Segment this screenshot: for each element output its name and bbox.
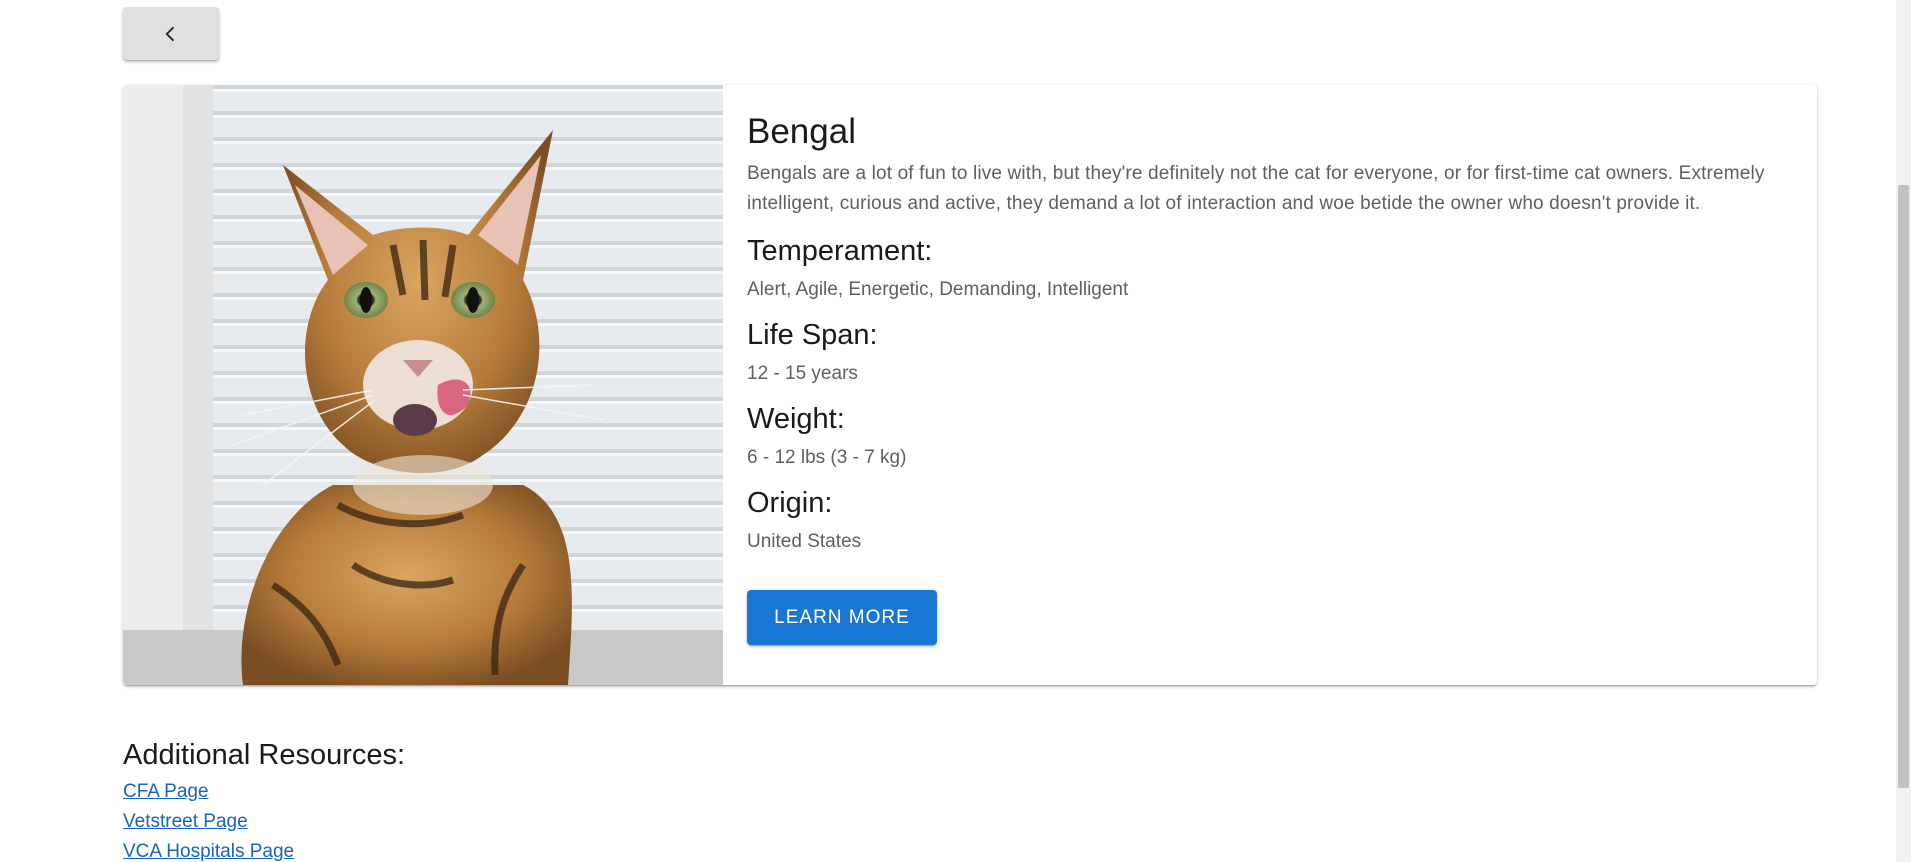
cfa-page-link[interactable]: CFA Page — [123, 777, 405, 807]
vetstreet-page-link[interactable]: Vetstreet Page — [123, 807, 405, 837]
origin-label: Origin: — [747, 487, 833, 519]
life-span-value: 12 - 15 years — [747, 363, 858, 384]
cat-photo-illustration — [123, 85, 723, 685]
scrollbar-thumb[interactable] — [1898, 185, 1909, 788]
breed-description: Bengals are a lot of fun to live with, b… — [747, 163, 1765, 214]
back-button[interactable] — [123, 7, 219, 60]
breed-image — [123, 85, 723, 685]
life-span-label: Life Span: — [747, 319, 878, 351]
chevron-left-icon — [165, 26, 175, 41]
resources-title: Additional Resources: — [123, 739, 406, 771]
breed-card: Bengal Bengals are a lot of fun to live … — [123, 85, 1817, 685]
origin-value: United States — [747, 531, 862, 552]
temperament-label: Temperament: — [747, 235, 933, 267]
additional-resources: Additional Resources: CFA Page Vetstreet… — [123, 737, 405, 862]
breed-detail-page: Bengal Bengals are a lot of fun to live … — [0, 0, 1911, 862]
temperament-value: Alert, Agile, Energetic, Demanding, Inte… — [747, 279, 1129, 300]
learn-more-button[interactable]: LEARN MORE — [747, 590, 937, 645]
vca-hospitals-page-link[interactable]: VCA Hospitals Page — [123, 837, 405, 862]
breed-info: Bengal Bengals are a lot of fun to live … — [747, 111, 1797, 555]
weight-label: Weight: — [747, 403, 845, 435]
weight-value: 6 - 12 lbs (3 - 7 kg) — [747, 447, 907, 468]
breed-name: Bengal — [747, 112, 856, 151]
